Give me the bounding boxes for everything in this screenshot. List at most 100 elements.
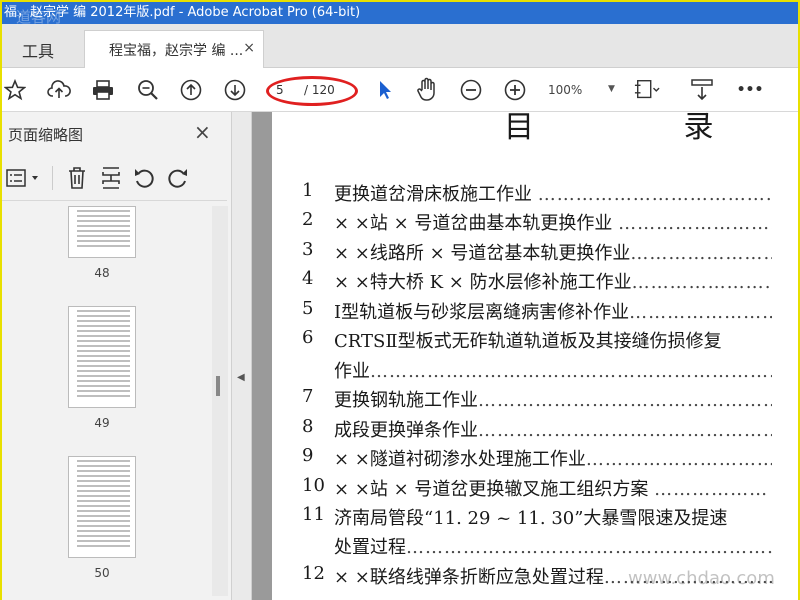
document-viewport[interactable]: 目 录 1 更换道岔滑床板施工作业 ………………………………… 2 × ×站 × 号道… (252, 110, 798, 600)
toc-entry-title: × ×线路所 × 号道岔基本轨更换作业 (334, 243, 631, 264)
page-thumbnail-49[interactable] (68, 306, 136, 408)
toc-entry-leader-dots: ……………………… (618, 213, 772, 234)
toc-entry-text: 成段更换弹条作业…………………………………………………………… (334, 416, 772, 442)
page-thumbnail-50[interactable] (68, 456, 136, 558)
toc-entry[interactable]: 3 × ×线路所 × 号道岔基本轨更换作业…………………………… (302, 239, 772, 265)
toc-entry[interactable]: 9 × ×隧道衬砌渗水处理施工作业…………………………………… (302, 445, 772, 471)
select-arrow-icon[interactable] (371, 77, 397, 103)
zoom-dropdown-chevron-icon[interactable]: ▼ (608, 84, 615, 94)
toc-title: 目 录 (504, 110, 784, 145)
toc-entry[interactable]: 5 Ⅰ型轨道板与砂浆层离缝病害修补作业…………………………… (302, 298, 772, 324)
toc-entry-text: × ×隧道衬砌渗水处理施工作业…………………………………… (334, 445, 772, 471)
toc-entry[interactable]: 10 × ×站 × 号道岔更换辙叉施工组织方案 ……………… (302, 475, 772, 501)
rotate-left-icon[interactable] (132, 166, 156, 194)
tab-close-icon[interactable]: × (243, 40, 255, 56)
thumbnail-page-number: 48 (94, 266, 110, 280)
toc-entry[interactable]: 6 CRTSⅡ型板式无砟轨道轨道板及其接缝伤损修复 (302, 327, 772, 353)
page-down-icon[interactable] (222, 77, 248, 103)
toc-entry-number: 8 (302, 416, 314, 437)
thumbnail-page-number: 49 (94, 416, 110, 430)
toc-entry-leader-dots: …………………………… (629, 302, 772, 323)
extract-page-icon[interactable] (100, 166, 122, 194)
cloud-upload-icon[interactable] (46, 77, 72, 103)
thumbnail-options-icon[interactable] (6, 168, 42, 192)
zoom-plus-icon[interactable] (502, 77, 528, 103)
toc-entry-text: 处置过程………………………………………………………………… (334, 533, 772, 559)
toc-entry-leader-dots: ………………………………………………………………… (406, 537, 772, 558)
panel-separator (2, 200, 227, 201)
toc-entry-title: × ×站 × 号道岔曲基本轨更换作业 (334, 213, 619, 234)
page-thumbnails-panel: 页面缩略图 × 48 49 50 (2, 112, 232, 600)
panel-title: 页面缩略图 (8, 126, 84, 144)
scroll-mode-icon[interactable] (689, 77, 715, 103)
panel-close-icon[interactable]: × (194, 120, 211, 144)
zoom-out-search-icon[interactable] (135, 77, 161, 103)
toc-entry-text: × ×线路所 × 号道岔基本轨更换作业…………………………… (334, 239, 772, 265)
more-options-icon[interactable]: ••• (737, 77, 764, 103)
toc-entry-title: 更换道岔滑床板施工作业 (334, 184, 538, 205)
toc-entry-title: × ×联络线弹条折断应急处置过程 (334, 567, 604, 588)
toc-entry-leader-dots: …………………………………… (585, 449, 772, 470)
toc-entry-number: 1 (302, 180, 314, 201)
toc-entry-title: × ×隧道衬砌渗水处理施工作业 (334, 449, 586, 470)
toc-entry-number: 5 (302, 298, 314, 319)
toc-entry-title: 作业 (334, 361, 370, 382)
window-titlebar: 福，赵宗学 编 2012年版.pdf - Adobe Acrobat Pro (… (2, 2, 798, 24)
toc-entry[interactable]: 8 成段更换弹条作业…………………………………………………………… (302, 416, 772, 442)
toc-entry-number: 6 (302, 327, 314, 348)
tab-document-label: 程宝福，赵宗学 编 ... (109, 43, 244, 59)
tab-document[interactable]: 程宝福，赵宗学 编 ... × (84, 30, 264, 68)
hand-tool-icon[interactable] (414, 77, 440, 103)
toc-entry-number: 7 (302, 386, 314, 407)
scrollbar-thumb[interactable] (216, 376, 220, 396)
toc-entry-title: 济南局管段“11. 29 ~ 11. 30”大暴雪限速及提速 (334, 508, 728, 529)
collapse-panel-arrow-icon[interactable]: ◀ (237, 372, 245, 383)
toc-entry-text: × ×站 × 号道岔曲基本轨更换作业 ……………………… (334, 209, 772, 235)
toc-entry-title: × ×特大桥 K × 防水层修补施工作业 (334, 272, 632, 293)
tab-bar: 工具 程宝福，赵宗学 编 ... × (2, 24, 798, 68)
toc-entry[interactable]: 作业…………………………………………………………………… (302, 357, 772, 383)
toc-entry-text: 济南局管段“11. 29 ~ 11. 30”大暴雪限速及提速 (334, 504, 727, 530)
zoom-minus-icon[interactable] (458, 77, 484, 103)
toc-entry-text: Ⅰ型轨道板与砂浆层离缝病害修补作业…………………………… (334, 298, 772, 324)
toc-entry-number: 12 (302, 563, 325, 584)
toc-entry-title: Ⅰ型轨道板与砂浆层离缝病害修补作业 (334, 302, 630, 323)
document-page: 目 录 1 更换道岔滑床板施工作业 ………………………………… 2 × ×站 × 号道… (272, 110, 798, 600)
toc-entry-leader-dots: …………………………………………………………… (478, 390, 772, 411)
toc-entry[interactable]: 1 更换道岔滑床板施工作业 ………………………………… (302, 180, 772, 206)
panel-splitter[interactable]: ◀ (232, 112, 252, 600)
toc-entry[interactable]: 11 济南局管段“11. 29 ~ 11. 30”大暴雪限速及提速 (302, 504, 772, 530)
delete-page-icon[interactable] (66, 166, 88, 194)
toc-entry-number: 2 (302, 209, 314, 230)
thumbnail-toolbar (2, 158, 232, 198)
watermark-bottom: www.chdao.com (628, 568, 775, 589)
toc-entry-number: 3 (302, 239, 314, 260)
toc-entry-number: 11 (302, 504, 325, 525)
zoom-level-select[interactable]: 100% (548, 80, 604, 102)
toc-entry-leader-dots: …………………………………………………………… (478, 420, 772, 441)
toc-entry[interactable]: 7 更换钢轨施工作业…………………………………………………………… (302, 386, 772, 412)
thumbnail-page-number: 50 (94, 566, 110, 580)
toc-entry-leader-dots: ……………… (654, 479, 769, 500)
toc-entry-leader-dots: ………………………… (631, 272, 772, 293)
toc-entry-text: × ×站 × 号道岔更换辙叉施工组织方案 ……………… (334, 475, 768, 501)
toc-entry-text: 更换钢轨施工作业…………………………………………………………… (334, 386, 772, 412)
toolbar-divider (52, 166, 53, 190)
toc-entry[interactable]: 处置过程………………………………………………………………… (302, 533, 772, 559)
toc-entry-title: CRTSⅡ型板式无砟轨道轨道板及其接缝伤损修复 (334, 331, 722, 352)
thumbnail-scrollbar[interactable] (212, 206, 228, 596)
toc-entry[interactable]: 2 × ×站 × 号道岔曲基本轨更换作业 ……………………… (302, 209, 772, 235)
page-up-icon[interactable] (178, 77, 204, 103)
toc-entry-title: 处置过程 (334, 537, 406, 558)
fit-page-icon[interactable] (634, 77, 660, 103)
toc-entry-text: CRTSⅡ型板式无砟轨道轨道板及其接缝伤损修复 (334, 327, 722, 353)
toc-entry[interactable]: 4 × ×特大桥 K × 防水层修补施工作业………………………… (302, 268, 772, 294)
print-icon[interactable] (90, 77, 116, 103)
tab-tools[interactable]: 工具 (2, 30, 82, 68)
toc-entry-title: 更换钢轨施工作业 (334, 390, 478, 411)
bookmark-star-icon[interactable] (2, 77, 28, 103)
page-thumbnail-48[interactable] (68, 206, 136, 258)
toc-entry-leader-dots: …………………………… (630, 243, 772, 264)
toc-entry-number: 10 (302, 475, 325, 496)
rotate-right-icon[interactable] (166, 166, 190, 194)
